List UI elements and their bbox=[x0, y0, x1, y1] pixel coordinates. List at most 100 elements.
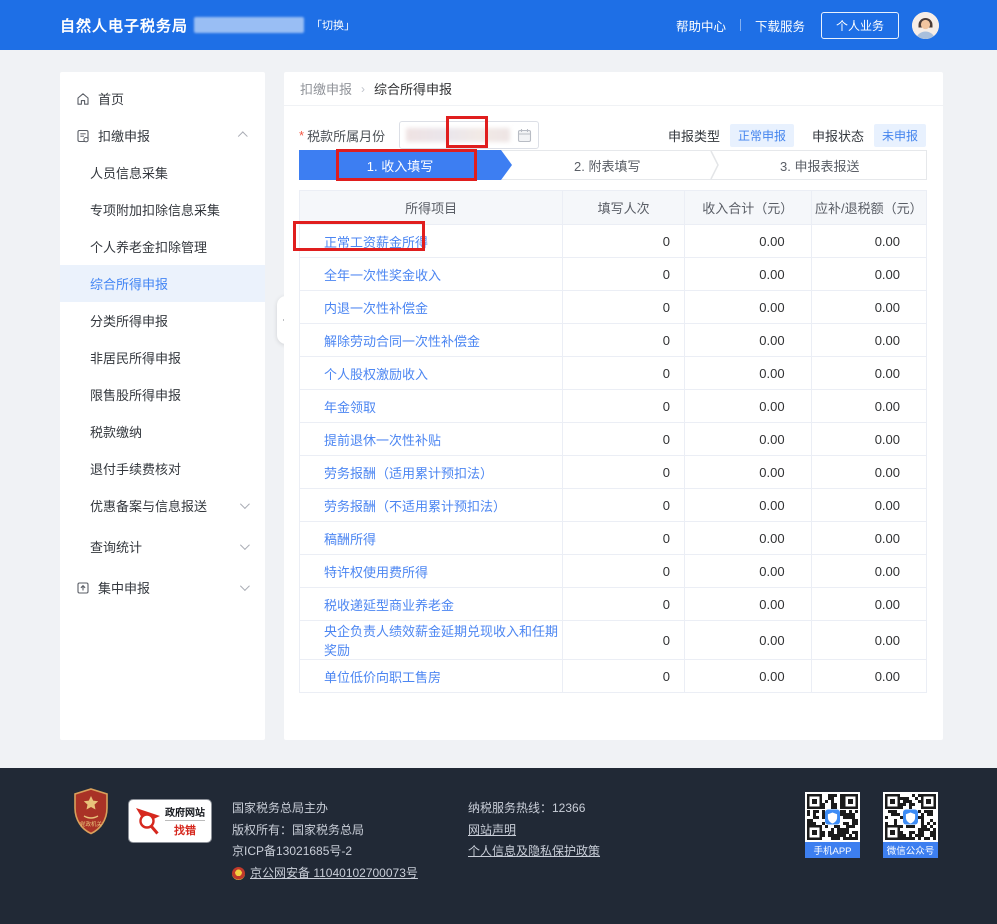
sidebar-item-label: 限售股所得申报 bbox=[90, 385, 181, 404]
sidebar-item-special-additional-deduction-collection[interactable]: 专项附加扣除信息采集 bbox=[60, 191, 265, 228]
sidebar-item-home[interactable]: 首页 bbox=[60, 80, 265, 117]
qr-code-image bbox=[883, 792, 938, 842]
income-total-cell: 0.00 bbox=[684, 225, 811, 258]
qr-wechat-official[interactable]: 微信公众号 bbox=[883, 792, 938, 858]
tax-due-cell: 0.00 bbox=[811, 357, 926, 390]
sidebar: 首页扣缴申报人员信息采集专项附加扣除信息采集个人养老金扣除管理综合所得申报分类所… bbox=[60, 72, 265, 740]
table-row: 个人股权激励收入00.000.00 bbox=[300, 357, 927, 390]
income-item-link[interactable]: 央企负责人绩效薪金延期兑现收入和任期奖励 bbox=[324, 624, 558, 658]
help-center-link[interactable]: 帮助中心 bbox=[676, 16, 726, 35]
privacy-policy-link[interactable]: 个人信息及隐私保护政策 bbox=[468, 844, 600, 858]
site-statement-link[interactable]: 网站声明 bbox=[468, 823, 516, 837]
income-item-cell: 正常工资薪金所得 bbox=[300, 225, 563, 258]
income-total-cell: 0.00 bbox=[684, 390, 811, 423]
income-total-cell: 0.00 bbox=[684, 660, 811, 693]
income-item-link[interactable]: 解除劳动合同一次性补偿金 bbox=[324, 334, 480, 349]
doc-icon bbox=[76, 129, 90, 143]
income-total-cell: 0.00 bbox=[684, 588, 811, 621]
income-table: 所得项目填写人次收入合计（元）应补/退税额（元） 正常工资薪金所得00.000.… bbox=[299, 190, 927, 693]
avatar[interactable] bbox=[912, 12, 939, 39]
income-item-link[interactable]: 年金领取 bbox=[324, 400, 376, 415]
sidebar-item-comprehensive-income-declaration[interactable]: 综合所得申报 bbox=[60, 265, 265, 302]
tax-due-cell: 0.00 bbox=[811, 660, 926, 693]
avatar-image bbox=[912, 12, 939, 39]
tax-due-cell: 0.00 bbox=[811, 456, 926, 489]
income-item-link[interactable]: 稿酬所得 bbox=[324, 532, 376, 547]
footer-host: 国家税务总局主办 bbox=[232, 798, 418, 820]
calendar-icon[interactable] bbox=[517, 128, 532, 143]
sidebar-item-preferential-filing-info[interactable]: 优惠备案与信息报送 bbox=[60, 487, 265, 524]
magnifier-icon bbox=[135, 806, 161, 836]
income-item-link[interactable]: 单位低价向职工售房 bbox=[324, 670, 441, 685]
breadcrumb-parent[interactable]: 扣缴申报 bbox=[300, 79, 352, 98]
sidebar-item-label: 税款缴纳 bbox=[90, 422, 142, 441]
chevron-down-icon bbox=[240, 540, 250, 550]
sidebar-item-classified-income-declaration[interactable]: 分类所得申报 bbox=[60, 302, 265, 339]
footer-left-column: 国家税务总局主办 版权所有：国家税务总局 京ICP备13021685号-2 京公… bbox=[232, 798, 418, 884]
step-1-income-entry[interactable]: 1. 收入填写 bbox=[299, 150, 501, 180]
income-item-link[interactable]: 提前退休一次性补贴 bbox=[324, 433, 441, 448]
steps-inactive: 2. 附表填写 3. 申报表报送 bbox=[501, 150, 927, 180]
step-2-schedules[interactable]: 2. 附表填写 bbox=[501, 151, 714, 179]
sidebar-item-label: 扣缴申报 bbox=[98, 126, 150, 145]
sidebar-item-label: 综合所得申报 bbox=[90, 274, 168, 293]
police-record-link[interactable]: 京公网安备 11040102700073号 bbox=[250, 863, 418, 885]
gov-badge-bottom-text: 找错 bbox=[165, 820, 205, 838]
income-item-link[interactable]: 特许权使用费所得 bbox=[324, 565, 428, 580]
table-row: 央企负责人绩效薪金延期兑现收入和任期奖励00.000.00 bbox=[300, 621, 927, 660]
count-cell: 0 bbox=[563, 390, 685, 423]
sidebar-item-centralized-declaration[interactable]: 集中申报 bbox=[60, 569, 265, 606]
sidebar-item-label: 集中申报 bbox=[98, 578, 150, 597]
income-total-cell: 0.00 bbox=[684, 456, 811, 489]
income-item-link[interactable]: 税收递延型商业养老金 bbox=[324, 598, 454, 613]
qr-mobile-app[interactable]: 手机APP bbox=[805, 792, 860, 858]
column-header-3: 应补/退税额（元） bbox=[811, 191, 926, 225]
chevron-down-icon bbox=[240, 581, 250, 591]
steps-bar: 1. 收入填写 2. 附表填写 3. 申报表报送 bbox=[299, 150, 927, 180]
income-item-link[interactable]: 全年一次性奖金收入 bbox=[324, 268, 441, 283]
tax-due-cell: 0.00 bbox=[811, 291, 926, 324]
page: 自然人电子税务局 「切换」 帮助中心 下载服务 个人业务 首页扣缴申报人员信息采… bbox=[0, 0, 997, 924]
income-item-link[interactable]: 劳务报酬（不适用累计预扣法） bbox=[324, 499, 506, 514]
count-cell: 0 bbox=[563, 621, 685, 660]
declaration-type-badge: 正常申报 bbox=[730, 124, 794, 147]
org-name-redacted bbox=[194, 17, 304, 33]
column-header-2: 收入合计（元） bbox=[684, 191, 811, 225]
income-item-link[interactable]: 正常工资薪金所得 bbox=[324, 235, 428, 250]
sidebar-item-restricted-stock-declaration[interactable]: 限售股所得申报 bbox=[60, 376, 265, 413]
download-service-link[interactable]: 下载服务 bbox=[755, 16, 805, 35]
sidebar-item-withholding-declaration[interactable]: 扣缴申报 bbox=[60, 117, 265, 154]
gov-website-error-report-badge[interactable]: 政府网站 找错 bbox=[128, 799, 212, 843]
income-item-cell: 稿酬所得 bbox=[300, 522, 563, 555]
sidebar-item-personal-pension-deduction[interactable]: 个人养老金扣除管理 bbox=[60, 228, 265, 265]
switch-org-link[interactable]: 「切换」 bbox=[311, 17, 355, 33]
income-total-cell: 0.00 bbox=[684, 423, 811, 456]
sidebar-item-label: 非居民所得申报 bbox=[90, 348, 181, 367]
column-header-0: 所得项目 bbox=[300, 191, 563, 225]
sidebar-item-tax-payment[interactable]: 税款缴纳 bbox=[60, 413, 265, 450]
sidebar-item-query-statistics[interactable]: 查询统计 bbox=[60, 528, 265, 565]
income-item-cell: 全年一次性奖金收入 bbox=[300, 258, 563, 291]
qr-mobile-app-label: 手机APP bbox=[805, 842, 860, 858]
tax-due-cell: 0.00 bbox=[811, 324, 926, 357]
table-row: 解除劳动合同一次性补偿金00.000.00 bbox=[300, 324, 927, 357]
sidebar-item-label: 优惠备案与信息报送 bbox=[90, 496, 207, 515]
income-item-link[interactable]: 劳务报酬（适用累计预扣法） bbox=[324, 466, 493, 481]
sidebar-item-personnel-info-collection[interactable]: 人员信息采集 bbox=[60, 154, 265, 191]
income-item-cell: 提前退休一次性补贴 bbox=[300, 423, 563, 456]
personal-business-button[interactable]: 个人业务 bbox=[821, 12, 899, 39]
sidebar-item-refund-fee-verification[interactable]: 退付手续费核对 bbox=[60, 450, 265, 487]
income-item-link[interactable]: 内退一次性补偿金 bbox=[324, 301, 428, 316]
government-shield-logo: 党政机关 bbox=[74, 788, 108, 838]
declaration-meta: 申报类型 正常申报 申报状态 未申报 bbox=[668, 124, 926, 147]
sidebar-item-nonresident-income-declaration[interactable]: 非居民所得申报 bbox=[60, 339, 265, 376]
income-total-cell: 0.00 bbox=[684, 324, 811, 357]
count-cell: 0 bbox=[563, 324, 685, 357]
sidebar-item-label: 人员信息采集 bbox=[90, 163, 168, 182]
box-icon bbox=[76, 581, 90, 595]
tax-month-input[interactable] bbox=[399, 121, 539, 149]
income-item-cell: 税收递延型商业养老金 bbox=[300, 588, 563, 621]
count-cell: 0 bbox=[563, 522, 685, 555]
step-3-submit-return[interactable]: 3. 申报表报送 bbox=[714, 151, 927, 179]
income-item-link[interactable]: 个人股权激励收入 bbox=[324, 367, 428, 382]
